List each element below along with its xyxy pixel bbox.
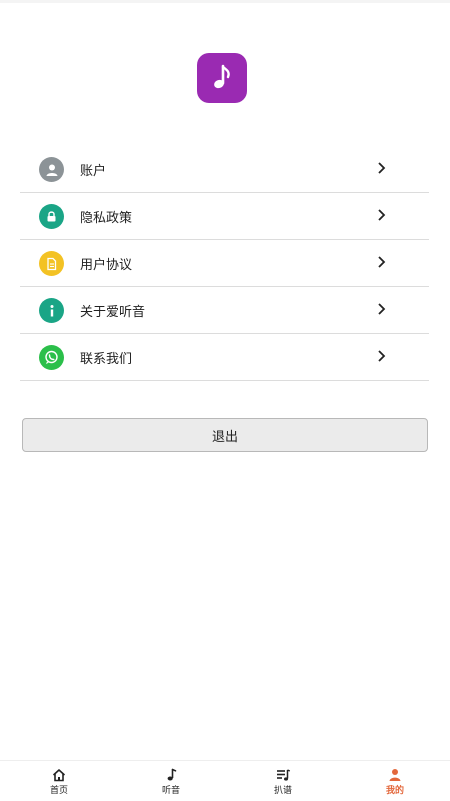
logout-button[interactable]: 退出 bbox=[22, 418, 428, 452]
app-logo bbox=[197, 53, 247, 103]
music-note-icon bbox=[167, 768, 177, 781]
lock-icon bbox=[39, 204, 64, 229]
status-bar-divider bbox=[0, 0, 450, 3]
menu-item-about[interactable]: 关于爱听音 bbox=[20, 287, 429, 334]
whatsapp-icon bbox=[39, 345, 64, 370]
menu-item-label: 账户 bbox=[80, 163, 107, 179]
chevron-right-icon bbox=[378, 162, 386, 174]
user-icon bbox=[39, 157, 64, 182]
menu-item-label: 关于爱听音 bbox=[80, 304, 146, 320]
info-icon bbox=[39, 298, 64, 323]
menu-item-label: 隐私政策 bbox=[80, 210, 133, 226]
playlist-icon bbox=[276, 769, 290, 781]
menu-item-contact-us[interactable]: 联系我们 bbox=[20, 334, 429, 381]
home-icon bbox=[52, 769, 66, 782]
bottom-tab-bar: 首页 听音 扒谱 我的 bbox=[0, 760, 450, 801]
menu-item-account[interactable]: 账户 bbox=[20, 146, 429, 193]
document-icon bbox=[39, 251, 64, 276]
menu-item-user-agreement[interactable]: 用户协议 bbox=[20, 240, 429, 287]
profile-icon bbox=[389, 769, 401, 781]
tab-transcribe[interactable]: 扒谱 bbox=[227, 761, 339, 801]
chevron-right-icon bbox=[378, 256, 386, 268]
tab-label: 我的 bbox=[385, 786, 404, 796]
chevron-right-icon bbox=[378, 350, 386, 362]
menu-item-label: 联系我们 bbox=[80, 351, 133, 367]
tab-label: 听音 bbox=[161, 786, 180, 796]
chevron-right-icon bbox=[378, 209, 386, 221]
tab-mine[interactable]: 我的 bbox=[339, 761, 450, 801]
tab-listen[interactable]: 听音 bbox=[115, 761, 227, 801]
tab-label: 首页 bbox=[49, 786, 68, 796]
tab-home[interactable]: 首页 bbox=[3, 761, 115, 801]
menu-item-label: 用户协议 bbox=[80, 257, 133, 273]
settings-menu: 账户 隐私政策 用户协议 关于爱听音 联系我们 bbox=[20, 146, 429, 381]
music-note-icon bbox=[214, 64, 230, 89]
menu-item-privacy-policy[interactable]: 隐私政策 bbox=[20, 193, 429, 240]
chevron-right-icon bbox=[378, 303, 386, 315]
tab-label: 扒谱 bbox=[273, 786, 292, 796]
